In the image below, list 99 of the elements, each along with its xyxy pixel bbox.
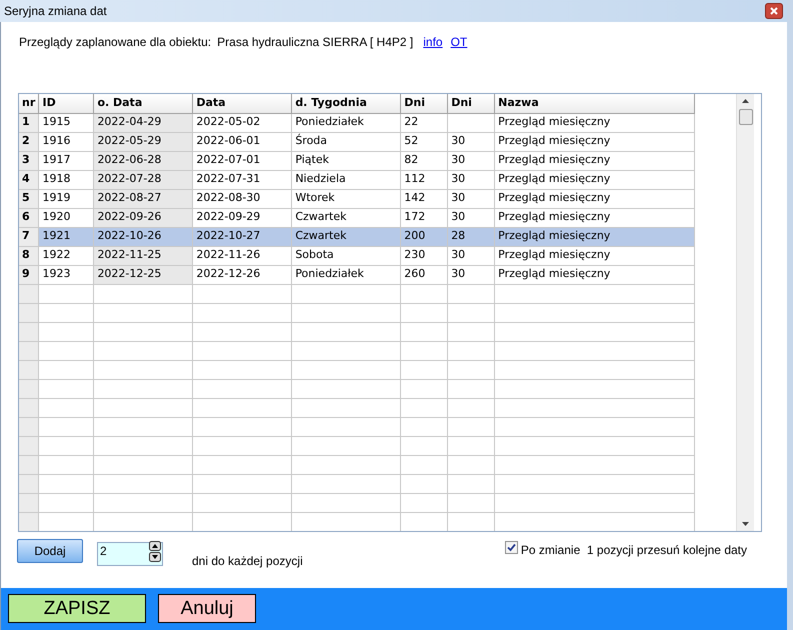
- scroll-down-icon[interactable]: [742, 522, 749, 526]
- column-header[interactable]: Data: [192, 94, 292, 113]
- table-cell: 28: [448, 227, 495, 246]
- row-number: 1: [19, 113, 39, 132]
- table-cell: 52: [400, 132, 448, 151]
- table-cell: 2022-08-30: [192, 189, 292, 208]
- table-cell: Sobota: [292, 246, 401, 265]
- table-cell: Przegląd miesięczny: [494, 227, 694, 246]
- table-cell: Przegląd miesięczny: [494, 170, 694, 189]
- table-cell: 142: [400, 189, 448, 208]
- table-row[interactable]: 7 1921 2022-10-26 2022-10-27 Czwartek 200 28 Przegląd miesięczny: [19, 227, 694, 246]
- table-row[interactable]: 3 1917 2022-06-28 2022-07-01 Piątek 82 30 Przegląd miesięczny: [19, 151, 694, 170]
- window-title: Seryjna zmiana dat: [4, 3, 107, 20]
- table-cell: Czwartek: [292, 208, 401, 227]
- table-cell: 2022-09-29: [192, 208, 292, 227]
- row-number: 3: [19, 151, 39, 170]
- table-cell: 2022-10-26: [94, 227, 193, 246]
- row-number: 7: [19, 227, 39, 246]
- column-header[interactable]: ID: [38, 94, 94, 113]
- table-cell: 2022-07-31: [192, 170, 292, 189]
- table-cell: 172: [400, 208, 448, 227]
- table-cell: Czwartek: [292, 227, 401, 246]
- shift-option-label: Po zmianie 1 pozycji przesuń kolejne daty: [520, 542, 747, 559]
- cancel-button[interactable]: Anuluj: [158, 594, 256, 623]
- table-row[interactable]: 8 1922 2022-11-25 2022-11-26 Sobota 230 30 Przegląd miesięczny: [19, 246, 694, 265]
- table-cell: 30: [448, 265, 495, 284]
- table-cell: Przegląd miesięczny: [494, 208, 694, 227]
- table-cell: 30: [448, 132, 495, 151]
- column-header[interactable]: Dni: [448, 94, 495, 113]
- table-cell: 2022-07-28: [94, 170, 193, 189]
- days-label: dni do każdej pozycji: [192, 553, 303, 570]
- table-row[interactable]: 1 1915 2022-04-29 2022-05-02 Poniedziałek 22 Przegląd miesięczny: [19, 113, 694, 132]
- table-row[interactable]: 6 1920 2022-09-26 2022-09-29 Czwartek 172 30 Przegląd miesięczny: [19, 208, 694, 227]
- row-number: 8: [19, 246, 39, 265]
- row-number: 4: [19, 170, 39, 189]
- table-row[interactable]: 5 1919 2022-08-27 2022-08-30 Wtorek 142 30 Przegląd miesięczny: [19, 189, 694, 208]
- table-cell: 82: [400, 151, 448, 170]
- table-row[interactable]: 2 1916 2022-05-29 2022-06-01 Środa 52 30 Przegląd miesięczny: [19, 132, 694, 151]
- close-icon[interactable]: [765, 3, 783, 19]
- table-cell: 30: [448, 151, 495, 170]
- object-name: Prasa hydrauliczna SIERRA [ H4P2 ]: [217, 34, 414, 51]
- spin-down-icon[interactable]: [149, 552, 161, 562]
- table-cell: 230: [400, 246, 448, 265]
- table-cell: Przegląd miesięczny: [494, 246, 694, 265]
- add-button[interactable]: Dodaj: [17, 539, 83, 563]
- row-number: 9: [19, 265, 39, 284]
- table-cell: 2022-08-27: [94, 189, 193, 208]
- table-row[interactable]: 4 1918 2022-07-28 2022-07-31 Niedziela 112 30 Przegląd miesięczny: [19, 170, 694, 189]
- row-number: 2: [19, 132, 39, 151]
- table-cell: 30: [448, 170, 495, 189]
- table-cell: Przegląd miesięczny: [494, 132, 694, 151]
- table-cell: 30: [448, 189, 495, 208]
- table-cell: 1921: [38, 227, 94, 246]
- save-button[interactable]: ZAPISZ: [8, 594, 146, 623]
- table-cell: Przegląd miesięczny: [494, 189, 694, 208]
- table-cell: 2022-05-29: [94, 132, 193, 151]
- table-cell: 22: [400, 113, 448, 132]
- spin-up-icon[interactable]: [149, 541, 161, 551]
- table-cell: Niedziela: [292, 170, 401, 189]
- table-row[interactable]: 9 1923 2022-12-25 2022-12-26 Poniedziałek 260 30 Przegląd miesięczny: [19, 265, 694, 284]
- column-header[interactable]: Dni: [400, 94, 448, 113]
- table-cell: Przegląd miesięczny: [494, 151, 694, 170]
- table-cell: 112: [400, 170, 448, 189]
- table-cell: 2022-06-28: [94, 151, 193, 170]
- link[interactable]: info: [423, 33, 443, 51]
- table-cell: 2022-05-02: [192, 113, 292, 132]
- table-cell: 30: [448, 208, 495, 227]
- table-cell: 30: [448, 246, 495, 265]
- table-cell: Poniedziałek: [292, 265, 401, 284]
- table-cell: Poniedziałek: [292, 113, 401, 132]
- table-cell: 2022-11-25: [94, 246, 193, 265]
- table-cell: Wtorek: [292, 189, 401, 208]
- scroll-up-icon[interactable]: [742, 99, 749, 103]
- table-cell: 260: [400, 265, 448, 284]
- scrollbar[interactable]: [736, 94, 754, 531]
- column-header[interactable]: o. Data: [94, 94, 193, 113]
- row-number: 6: [19, 208, 39, 227]
- table-cell: [448, 113, 495, 132]
- table-cell: Przegląd miesięczny: [494, 265, 694, 284]
- table-cell: Przegląd miesięczny: [494, 113, 694, 132]
- table-cell: 200: [400, 227, 448, 246]
- table-cell: 2022-09-26: [94, 208, 193, 227]
- table-cell: Piątek: [292, 151, 401, 170]
- column-header[interactable]: nr: [19, 94, 39, 113]
- column-header[interactable]: d. Tygodnia: [292, 94, 401, 113]
- table-cell: 2022-10-27: [192, 227, 292, 246]
- shift-checkbox[interactable]: [504, 541, 518, 554]
- table-cell: 2022-07-01: [192, 151, 292, 170]
- header-label: Przeglądy zaplanowane dla obiektu:: [19, 34, 212, 51]
- scroll-thumb[interactable]: [738, 109, 752, 125]
- row-number: 5: [19, 189, 39, 208]
- column-header[interactable]: Nazwa: [494, 94, 694, 113]
- table-cell: Środa: [292, 132, 401, 151]
- table-cell: 2022-12-26: [192, 265, 292, 284]
- table-cell: 2022-11-26: [192, 246, 292, 265]
- table-cell: 2022-06-01: [192, 132, 292, 151]
- table-cell: 2022-04-29: [94, 113, 193, 132]
- table-cell: 2022-12-25: [94, 265, 193, 284]
- link[interactable]: OT: [450, 33, 468, 51]
